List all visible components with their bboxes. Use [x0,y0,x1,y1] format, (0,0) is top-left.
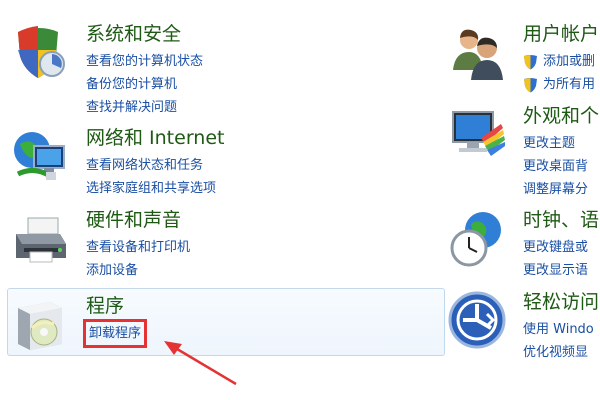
category-appearance[interactable]: 外观和个 更改主题 更改桌面背 调整屏幕分 [447,104,600,197]
category-hardware[interactable]: 硬件和声音 查看设备和打印机 添加设备 [10,208,270,288]
link-uninstall-program[interactable]: 卸载程序 [82,319,148,348]
category-title[interactable]: 时钟、语 [523,208,599,232]
category-title[interactable]: 系统和安全 [86,22,181,46]
link-view-devices-printers[interactable]: 查看设备和打印机 [86,236,190,259]
clock-globe-icon [450,212,501,267]
link-change-display-language[interactable]: 更改显示语 [523,259,588,282]
link-all-users[interactable]: 为所有用 [523,73,595,96]
category-title[interactable]: 硬件和声音 [86,208,181,232]
category-user-accounts[interactable]: 用户帐户 添加或删 为所有用 [447,22,600,102]
link-adjust-resolution[interactable]: 调整屏幕分 [523,178,588,201]
link-view-network-status[interactable]: 查看网络状态和任务 [86,154,216,177]
software-box-icon [18,302,62,350]
link-optimize-visual-display[interactable]: 优化视频显 [523,341,594,364]
red-arrow-icon [164,341,237,386]
accessibility-icon [448,291,506,349]
category-clock-language[interactable]: 时钟、语 更改键盘或 更改显示语 [447,208,600,288]
printer-icon [16,217,66,263]
link-add-remove-accounts[interactable]: 添加或删 [523,50,595,73]
users-icon [453,29,503,80]
link-change-desktop-background[interactable]: 更改桌面背 [523,155,588,178]
link-backup-computer[interactable]: 备份您的计算机 [86,73,203,96]
network-globe-icon [14,132,65,180]
link-use-windows-suggestions[interactable]: 使用 Windo [523,318,594,341]
link-change-theme[interactable]: 更改主题 [523,132,588,155]
link-view-computer-status[interactable]: 查看您的计算机状态 [86,50,203,73]
uac-shield-icon [524,78,537,93]
category-system-security[interactable]: 系统和安全 查看您的计算机状态 备份您的计算机 查找并解决问题 [10,22,270,115]
uac-shield-icon [524,55,537,70]
link-add-device[interactable]: 添加设备 [86,259,190,282]
category-title[interactable]: 外观和个 [523,104,599,128]
category-title[interactable]: 用户帐户 [523,22,599,46]
category-title[interactable]: 网络和 Internet [86,126,224,150]
link-homegroup-sharing[interactable]: 选择家庭组和共享选项 [86,177,216,200]
category-network[interactable]: 网络和 Internet 查看网络状态和任务 选择家庭组和共享选项 [10,126,310,206]
monitor-palette-icon [452,111,505,156]
link-find-fix-problems[interactable]: 查找并解决问题 [86,96,203,119]
link-change-keyboard[interactable]: 更改键盘或 [523,236,588,259]
category-ease-of-access[interactable]: 轻松访问 使用 Windo 优化视频显 [447,290,600,370]
category-title[interactable]: 轻松访问 [523,290,599,314]
category-title[interactable]: 程序 [86,294,124,318]
shield-icon [18,26,65,78]
